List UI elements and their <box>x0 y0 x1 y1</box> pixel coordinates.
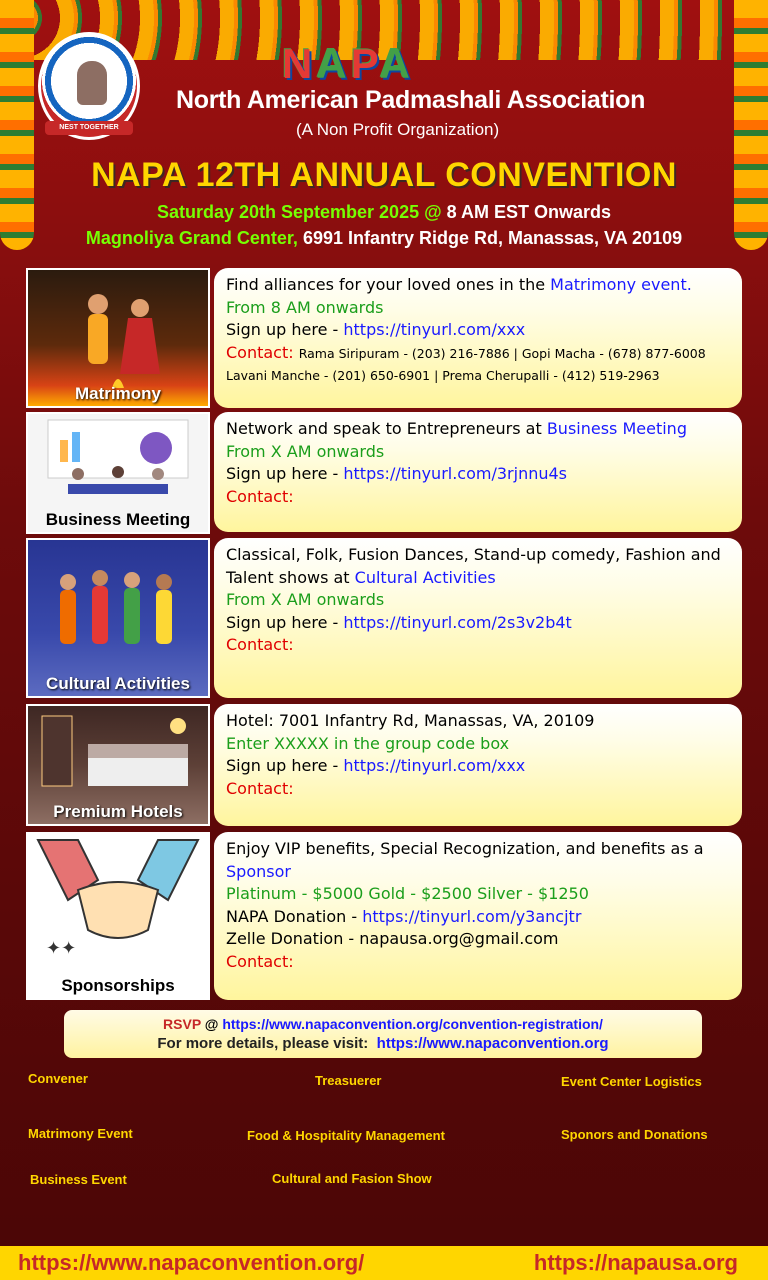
cultural-image: Cultural Activities <box>26 538 210 698</box>
napa-wordmark: NAPA <box>282 40 414 87</box>
cultural-info: Classical, Folk, Fusion Dances, Stand-up… <box>214 538 742 698</box>
convention-website-link[interactable]: https://www.napaconvention.org/ <box>18 1250 364 1276</box>
cultural-card: Cultural Activities Classical, Folk, Fus… <box>26 538 742 698</box>
footer-bar: https://www.napaconvention.org/ https://… <box>0 1246 768 1280</box>
matrimony-signup-link[interactable]: https://tinyurl.com/xxx <box>343 320 525 339</box>
hotels-label: Premium Hotels <box>53 802 183 821</box>
matrimony-info: Find alliances for your loved ones in th… <box>214 268 742 408</box>
business-info: Network and speak to Entrepreneurs at Bu… <box>214 412 742 532</box>
rsvp-banner: RSVP @ https://www.napaconvention.org/co… <box>64 1010 702 1058</box>
rsvp-link[interactable]: https://www.napaconvention.org/conventio… <box>222 1016 603 1032</box>
role-convener: Convener <box>28 1071 88 1086</box>
business-image: Business Meeting <box>26 412 210 534</box>
sponsorships-card: ✦✦ Sponsorships Enjoy VIP benefits, Spec… <box>26 832 742 1000</box>
handshake-icon: ✦✦ <box>36 839 200 958</box>
donation-link[interactable]: https://tinyurl.com/y3ancjtr <box>362 907 581 926</box>
role-business: Business Event <box>30 1172 127 1187</box>
role-logistics: Event Center Logistics <box>561 1074 702 1089</box>
meeting-icon <box>47 419 189 494</box>
organization-name: North American Padmashali Association <box>176 86 646 114</box>
sponsorship-image: ✦✦ Sponsorships <box>26 832 210 1000</box>
dancers-icon <box>60 570 172 644</box>
cultural-signup-link[interactable]: https://tinyurl.com/2s3v2b4t <box>343 613 571 632</box>
convention-title: NAPA 12TH ANNUAL CONVENTION <box>91 156 677 194</box>
business-card: Business Meeting Network and speak to En… <box>26 412 742 534</box>
hotels-signup-link[interactable]: https://tinyurl.com/xxx <box>343 756 525 775</box>
event-location: Magnoliya Grand Center, 6991 Infantry Ri… <box>85 228 683 248</box>
details-link[interactable]: https://www.napaconvention.org <box>377 1035 609 1052</box>
logo-ribbon: NEST TOGETHER <box>45 121 133 135</box>
svg-text:✦✦: ✦✦ <box>46 938 76 958</box>
hotels-card: Premium Hotels Hotel: 7001 Infantry Rd, … <box>26 704 742 826</box>
matrimony-card: Matrimony Find alliances for your loved … <box>26 268 742 408</box>
matrimony-label: Matrimony <box>75 384 161 403</box>
role-sponsors: Sponors and Donations <box>561 1127 708 1142</box>
matrimony-image: Matrimony <box>26 268 210 408</box>
hotels-info: Hotel: 7001 Infantry Rd, Manassas, VA, 2… <box>214 704 742 826</box>
business-label: Business Meeting <box>45 510 191 529</box>
seated-figure-icon <box>77 61 107 105</box>
role-cultural: Cultural and Fasion Show <box>272 1171 432 1186</box>
role-treasurer: Treasuerer <box>315 1073 382 1088</box>
organization-subtitle: (A Non Profit Organization) <box>296 120 500 139</box>
cultural-label: Cultural Activities <box>46 674 190 693</box>
napa-website-link[interactable]: https://napausa.org <box>534 1250 738 1276</box>
business-signup-link[interactable]: https://tinyurl.com/3rjnnu4s <box>343 464 567 483</box>
hotel-room-icon <box>41 715 188 787</box>
hotel-image: Premium Hotels <box>26 704 210 826</box>
napa-logo: NEST TOGETHER <box>38 32 140 140</box>
role-matrimony: Matrimony Event <box>28 1126 133 1141</box>
sponsorships-info: Enjoy VIP benefits, Special Recognizatio… <box>214 832 742 1000</box>
role-food: Food & Hospitality Management <box>247 1128 445 1143</box>
sponsorships-label: Sponsorships <box>61 976 175 995</box>
event-date: Saturday 20th September 2025 @ 8 AM EST … <box>156 202 612 222</box>
